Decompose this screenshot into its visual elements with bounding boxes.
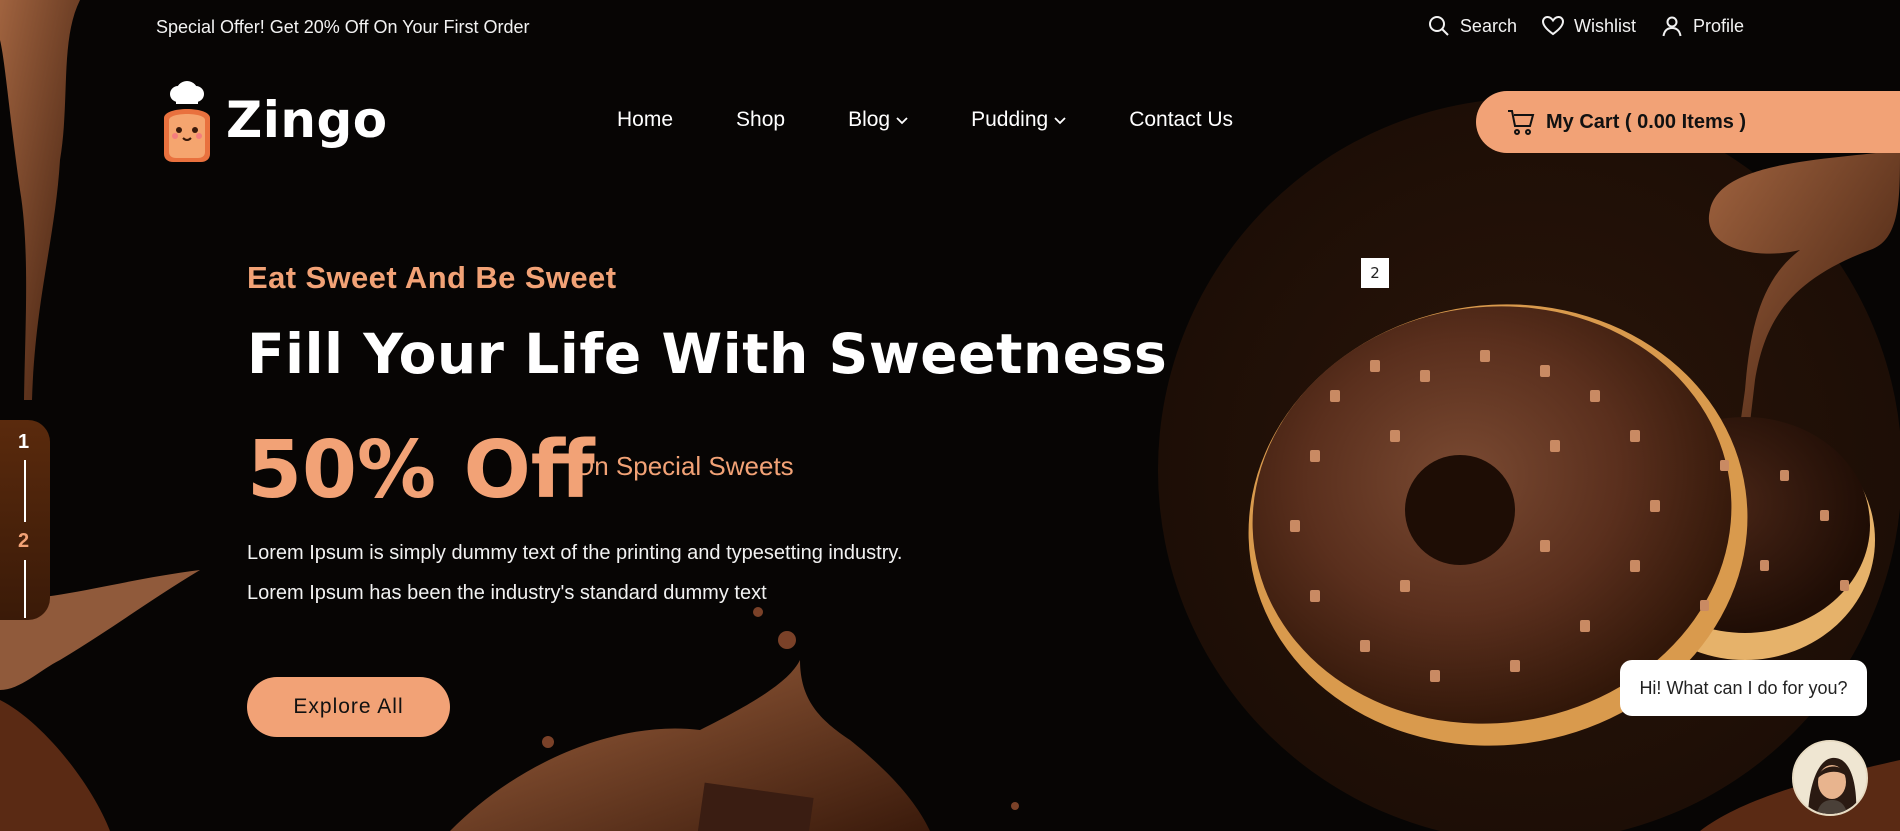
top-bar: Special Offer! Get 20% Off On Your First… bbox=[0, 0, 1900, 54]
nav-label: Blog bbox=[848, 108, 891, 131]
explore-all-button[interactable]: Explore All bbox=[247, 677, 450, 737]
nav-label: Home bbox=[617, 108, 674, 131]
chocolate-splash-bottom bbox=[450, 660, 930, 831]
chef-toast-mascot-icon bbox=[164, 81, 210, 162]
chevron-down-icon bbox=[896, 117, 908, 125]
brand-logo[interactable]: Zingo bbox=[156, 78, 388, 162]
hero-eyebrow: Eat Sweet And Be Sweet bbox=[247, 260, 617, 295]
user-icon bbox=[1662, 16, 1682, 37]
special-offer-text: Special Offer! Get 20% Off On Your First… bbox=[156, 17, 530, 37]
search-link[interactable]: Search bbox=[1427, 14, 1517, 38]
chocolate-drip-left bbox=[0, 0, 80, 400]
nav-item-home[interactable]: Home bbox=[617, 108, 673, 132]
hero-discount-subtitle: On Special Sweets bbox=[574, 451, 794, 481]
search-icon bbox=[1428, 16, 1449, 36]
chevron-down-icon bbox=[1054, 117, 1066, 125]
slide-counter-badge: 2 bbox=[1361, 258, 1389, 288]
profile-label: Profile bbox=[1692, 15, 1744, 36]
donut-back bbox=[1615, 420, 1875, 660]
brand-name: Zingo bbox=[226, 91, 388, 149]
top-links: Search Wishlist Profile bbox=[1427, 14, 1744, 38]
chocolate-spoon-drip bbox=[1708, 150, 1900, 440]
support-agent-avatar bbox=[1794, 742, 1866, 814]
donut-sprinkles bbox=[1290, 350, 1849, 682]
nav-label: Shop bbox=[736, 108, 786, 131]
hero-circle-backdrop bbox=[1158, 98, 1900, 831]
nav-item-contact-us[interactable]: Contact Us bbox=[1129, 108, 1233, 132]
search-label: Search bbox=[1459, 15, 1517, 36]
slide-dot-1[interactable]: 1 bbox=[18, 431, 29, 454]
wishlist-label: Wishlist bbox=[1573, 15, 1636, 36]
profile-link[interactable]: Profile bbox=[1660, 14, 1744, 38]
main-nav: Home Shop Blog Pudding Contact Us bbox=[617, 108, 1233, 132]
chat-greeting-bubble[interactable]: Hi! What can I do for you? bbox=[1620, 660, 1867, 716]
slide-divider bbox=[24, 460, 26, 522]
cart-icon bbox=[1508, 110, 1535, 135]
hero-description: Lorem Ipsum is simply dummy text of the … bbox=[247, 542, 903, 604]
nav-item-pudding[interactable]: Pudding bbox=[971, 108, 1066, 132]
wishlist-link[interactable]: Wishlist bbox=[1541, 14, 1636, 38]
nav-item-blog[interactable]: Blog bbox=[848, 108, 908, 132]
heart-icon bbox=[1541, 15, 1564, 36]
nav-label: Pudding bbox=[971, 108, 1049, 131]
hero-discount: 50% Off bbox=[247, 424, 595, 516]
chocolate-chunk bbox=[696, 782, 814, 831]
my-cart-button[interactable]: My Cart ( 0.00 Items ) bbox=[1476, 91, 1900, 153]
chat-launcher[interactable] bbox=[1792, 740, 1868, 816]
slide-dot-2[interactable]: 2 bbox=[18, 530, 29, 553]
cart-label: My Cart ( 0.00 Items ) bbox=[1546, 110, 1747, 133]
nav-label: Contact Us bbox=[1129, 108, 1234, 131]
hero-headline: Fill Your Life With Sweetness bbox=[247, 322, 1168, 386]
nav-item-shop[interactable]: Shop bbox=[736, 108, 785, 132]
slide-divider bbox=[24, 560, 26, 618]
